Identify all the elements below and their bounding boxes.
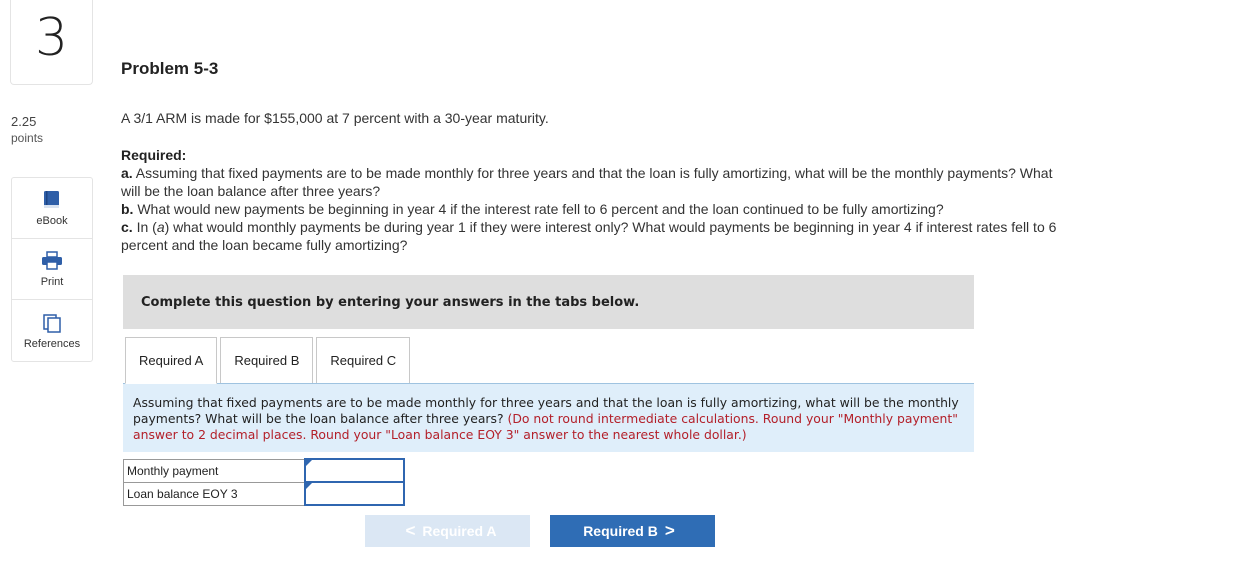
part-a: a. Assuming that fixed payments are to b…: [121, 164, 1061, 200]
tab-required-b[interactable]: Required B: [220, 337, 314, 384]
monthly-payment-cell: [303, 458, 405, 483]
problem-title: Problem 5-3: [121, 59, 219, 78]
part-b: b. What would new payments be beginning …: [121, 200, 1061, 218]
tab-required-a[interactable]: Required A: [125, 337, 218, 384]
monthly-payment-label: Monthly payment: [123, 458, 305, 483]
part-c-text-2: ) what would monthly payments be during …: [121, 219, 1057, 253]
answer-table: Monthly payment Loan balance EOY 3: [123, 458, 405, 506]
input-marker-icon: [305, 483, 312, 489]
table-row: Loan balance EOY 3: [123, 481, 405, 506]
question-number-box: 3: [10, 0, 93, 85]
part-b-label: b.: [121, 201, 134, 217]
tools-panel: eBook Print References: [11, 177, 93, 362]
references-icon: [42, 312, 62, 334]
references-button[interactable]: References: [12, 300, 92, 361]
part-a-label: a.: [121, 165, 133, 181]
tab-bar: Required A Required B Required C: [125, 337, 413, 384]
next-tab-label: Required B: [583, 523, 658, 539]
instructions-bar: Complete this question by entering your …: [123, 275, 974, 329]
printer-icon: [41, 250, 63, 272]
print-label: Print: [40, 276, 64, 288]
tab-required-c[interactable]: Required C: [316, 337, 411, 384]
part-c: c. In (a) what would monthly payments be…: [121, 218, 1061, 254]
question-prompt: Assuming that fixed payments are to be m…: [123, 383, 974, 452]
monthly-payment-input[interactable]: [305, 461, 403, 480]
references-label: References: [23, 337, 81, 350]
part-c-text-1: In (: [132, 219, 157, 235]
instructions-text: Complete this question by entering your …: [141, 294, 640, 310]
previous-tab-button[interactable]: < Required A: [365, 515, 530, 547]
part-b-text: What would new payments be beginning in …: [133, 201, 944, 217]
table-row: Monthly payment: [123, 458, 405, 483]
previous-tab-label: Required A: [422, 523, 497, 539]
problem-intro: A 3/1 ARM is made for $155,000 at 7 perc…: [121, 110, 549, 126]
question-number: 3: [34, 8, 69, 68]
part-a-text: Assuming that fixed payments are to be m…: [121, 165, 1053, 199]
required-heading: Required:: [121, 147, 187, 163]
requirements: Required: a. Assuming that fixed payment…: [121, 146, 1061, 254]
book-icon: [43, 189, 61, 211]
chevron-left-icon: <: [405, 521, 416, 540]
input-marker-icon: [305, 460, 312, 466]
print-button[interactable]: Print: [12, 239, 92, 300]
chevron-right-icon: >: [664, 521, 675, 540]
ebook-button[interactable]: eBook: [12, 178, 92, 239]
next-tab-button[interactable]: Required B >: [550, 515, 715, 547]
part-c-label: c.: [121, 219, 133, 235]
points-label: points: [11, 131, 44, 145]
points-value: 2.25: [11, 114, 37, 129]
part-c-italic: a: [156, 219, 165, 235]
ebook-label: eBook: [36, 215, 68, 227]
loan-balance-input[interactable]: [305, 484, 403, 503]
loan-balance-cell: [303, 481, 405, 506]
loan-balance-label: Loan balance EOY 3: [123, 481, 305, 506]
